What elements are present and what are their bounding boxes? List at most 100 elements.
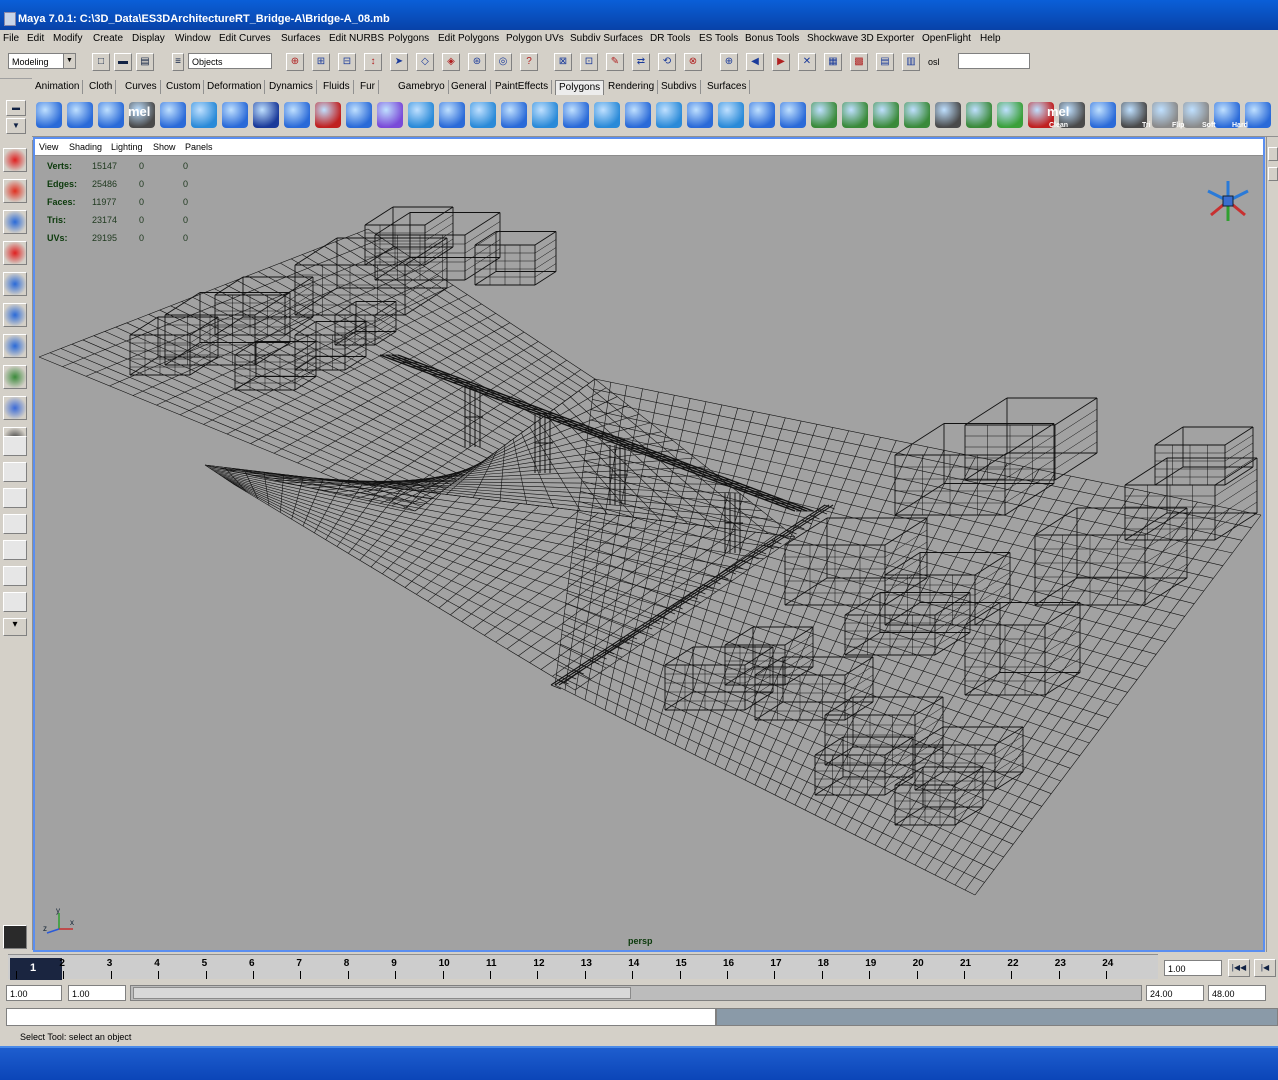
render-layout-icon[interactable] [3, 592, 27, 612]
menu-edit-polygons[interactable]: Edit Polygons [438, 33, 499, 44]
perspective-viewport[interactable]: View Shading Lighting Show Panels Verts: 1514… [33, 137, 1265, 952]
poly-pipe-icon[interactable] [253, 102, 279, 128]
menu-shockwave-3d-exporter[interactable]: Shockwave 3D Exporter [807, 33, 914, 44]
save-scene-icon[interactable]: ▤ [136, 53, 154, 71]
poly-torus-icon[interactable] [222, 102, 248, 128]
quick-select-field[interactable] [958, 53, 1030, 69]
show-hide-channel-box-icon[interactable]: ◀ [746, 53, 764, 71]
menu-polygons[interactable]: Polygons [388, 33, 429, 44]
select-tool-icon[interactable] [3, 148, 27, 172]
delete-edge-icon[interactable] [625, 102, 651, 128]
selection-mode-dropdown[interactable]: Objects [188, 53, 272, 69]
make-live-icon[interactable]: ? [520, 53, 538, 71]
scale-tool-icon[interactable] [3, 303, 27, 327]
current-frame-marker[interactable]: 1 [10, 958, 62, 980]
move-tool-icon[interactable] [3, 241, 27, 265]
sculpt-icon[interactable] [904, 102, 930, 128]
outliner-layout-icon[interactable] [3, 514, 27, 534]
range-slider-thumb[interactable] [133, 987, 631, 999]
soften-edge-icon[interactable] [1090, 102, 1116, 128]
open-scene-icon[interactable]: ▬ [114, 53, 132, 71]
subdivide-icon[interactable] [749, 102, 775, 128]
paint-select-tool-icon[interactable] [3, 210, 27, 234]
menu-edit-curves[interactable]: Edit Curves [219, 33, 271, 44]
menu-help[interactable]: Help [980, 33, 1001, 44]
menu-edit-nurbs[interactable]: Edit NURBS [329, 33, 384, 44]
render-frame-icon[interactable]: ⟲ [658, 53, 676, 71]
universal-manipulator-icon[interactable] [3, 334, 27, 358]
menu-modify[interactable]: Modify [53, 33, 82, 44]
ipr-render-icon[interactable]: ⊗ [684, 53, 702, 71]
poly-cone-icon[interactable] [160, 102, 186, 128]
hypergraph-icon[interactable] [3, 925, 27, 949]
mel-command-input[interactable] [6, 1008, 716, 1026]
hypershade-layout-icon[interactable] [3, 540, 27, 560]
render-view-icon[interactable]: ⇄ [632, 53, 650, 71]
poly-sphere-icon[interactable] [36, 102, 62, 128]
poly-plane-icon[interactable] [191, 102, 217, 128]
select-by-component-type-icon[interactable]: ⊟ [338, 53, 356, 71]
shelf-tab-fluids[interactable]: Fluids [320, 80, 354, 94]
extrude-edge-icon[interactable] [439, 102, 465, 128]
four-pane-layout-icon[interactable] [3, 462, 27, 482]
new-scene-icon[interactable]: □ [92, 53, 110, 71]
panel-menu-view[interactable]: View [39, 142, 58, 152]
render-globals-icon[interactable]: ⊕ [720, 53, 738, 71]
shelf-tab-rendering[interactable]: Rendering [605, 80, 659, 94]
shelf-tab-surfaces[interactable]: Surfaces [704, 80, 751, 94]
go-to-start-icon[interactable]: |◀◀ [1228, 959, 1250, 977]
menu-window[interactable]: Window [175, 33, 211, 44]
soft-modification-icon[interactable] [3, 365, 27, 389]
shelf-tab-animation[interactable]: Animation [32, 80, 84, 94]
poly-cube-icon[interactable] [67, 102, 93, 128]
select-by-object-type-icon[interactable]: ⊞ [312, 53, 330, 71]
attribute-editor-icon[interactable]: ▥ [902, 53, 920, 71]
poly-cylinder-icon[interactable] [98, 102, 124, 128]
start-time-field[interactable]: 1.00 [6, 985, 62, 1001]
graph-editor-layout-icon[interactable] [3, 566, 27, 586]
panel-menu-panels[interactable]: Panels [185, 142, 213, 152]
shelf-tab-polygons[interactable]: Polygons [555, 80, 605, 95]
shelf-tabs-toggle-icon[interactable]: ▬ [6, 100, 26, 116]
show-manipulator-icon[interactable] [3, 396, 27, 420]
wedge-faces-icon[interactable] [780, 102, 806, 128]
checker-icon[interactable] [966, 102, 992, 128]
menu-subdiv-surfaces[interactable]: Subdiv Surfaces [570, 33, 643, 44]
current-time-field[interactable]: 1.00 [1164, 960, 1222, 976]
panel-menu-lighting[interactable]: Lighting [111, 142, 143, 152]
collapse-icon[interactable] [594, 102, 620, 128]
menu-dr-tools[interactable]: DR Tools [650, 33, 690, 44]
time-slider-bar[interactable]: 1 2 3 4 5 6 7 8 9 10 11 12 13 14 15 16 17 18 19 20 21 22 23 24 [8, 954, 1158, 980]
view-cube-axis-icon[interactable] [1203, 179, 1253, 223]
selection-mode-icon[interactable]: ≡ [172, 53, 184, 71]
menu-es-tools[interactable]: ES Tools [699, 33, 738, 44]
duplicate-face-icon[interactable] [842, 102, 868, 128]
smooth-icon[interactable] [377, 102, 403, 128]
panel-menu-shading[interactable]: Shading [69, 142, 102, 152]
split-polygon-icon[interactable] [470, 102, 496, 128]
boolean-icon[interactable] [346, 102, 372, 128]
paint-select-icon[interactable] [935, 102, 961, 128]
snap-to-grid-icon[interactable]: ◇ [416, 53, 434, 71]
menu-surfaces[interactable]: Surfaces [281, 33, 320, 44]
create-polygon-icon[interactable] [687, 102, 713, 128]
soft-edge-icon[interactable] [1245, 102, 1271, 128]
merge-edge-icon[interactable] [563, 102, 589, 128]
extract-icon[interactable] [873, 102, 899, 128]
separate-icon[interactable] [315, 102, 341, 128]
shelf-tab-curves[interactable]: Curves [122, 80, 161, 94]
shelf-tab-painteffects[interactable]: PaintEffects [492, 80, 553, 94]
undo-icon[interactable]: ▶ [772, 53, 790, 71]
shelf-tab-cloth[interactable]: Cloth [86, 80, 117, 94]
hide-icon[interactable] [997, 102, 1023, 128]
hypershade-icon[interactable]: ▩ [850, 53, 868, 71]
attribute-editor-toggle-icon[interactable] [1268, 167, 1278, 181]
menu-display[interactable]: Display [132, 33, 165, 44]
menu-bonus-tools[interactable]: Bonus Tools [745, 33, 799, 44]
shelf-menu-icon[interactable]: ▼ [6, 118, 26, 134]
more-layouts-icon[interactable]: ▾ [3, 618, 27, 636]
extrude-face-icon[interactable] [408, 102, 434, 128]
combine-icon[interactable] [284, 102, 310, 128]
merge-verts-icon[interactable] [532, 102, 558, 128]
single-pane-layout-icon[interactable] [3, 436, 27, 456]
